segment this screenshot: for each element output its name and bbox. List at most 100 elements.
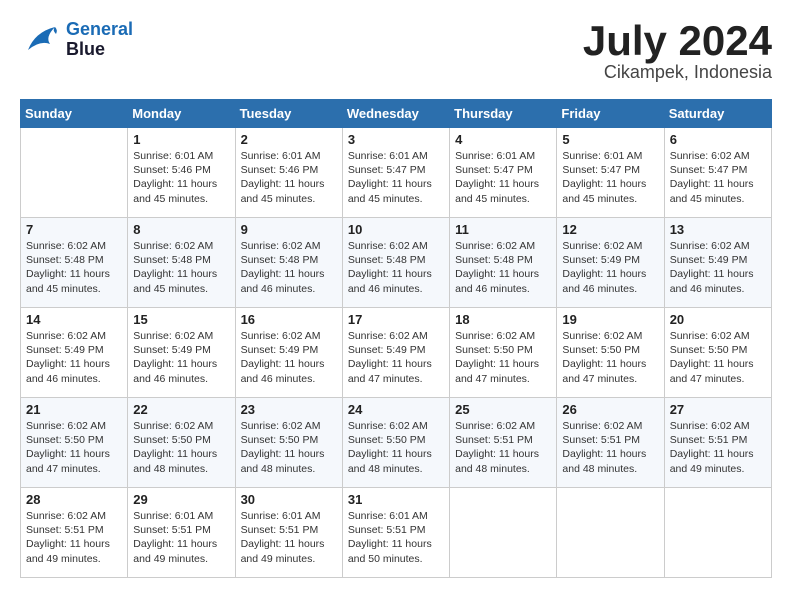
day-info: Sunrise: 6:02 AMSunset: 5:50 PMDaylight:… [241,419,337,476]
day-cell: 14 Sunrise: 6:02 AMSunset: 5:49 PMDayligh… [21,308,128,398]
day-info: Sunrise: 6:02 AMSunset: 5:48 PMDaylight:… [455,239,551,296]
weekday-header-friday: Friday [557,100,664,128]
day-number: 1 [133,132,229,147]
day-info: Sunrise: 6:02 AMSunset: 5:51 PMDaylight:… [562,419,658,476]
day-cell: 19Sunrise: 6:02 AMSunset: 5:50 PMDayligh… [557,308,664,398]
day-cell: 29Sunrise: 6:01 AMSunset: 5:51 PMDayligh… [128,488,235,578]
day-number: 16 [241,312,337,327]
day-cell: 13 Sunrise: 6:02 AMSunset: 5:49 PMDayligh… [664,218,771,308]
day-cell: 17 Sunrise: 6:02 AMSunset: 5:49 PMDayligh… [342,308,449,398]
weekday-header-wednesday: Wednesday [342,100,449,128]
day-cell [21,128,128,218]
day-cell: 9 Sunrise: 6:02 AMSunset: 5:48 PMDaylight… [235,218,342,308]
day-number: 13 [670,222,766,237]
day-info: Sunrise: 6:02 AMSunset: 5:49 PMDaylight:… [670,239,766,296]
day-number: 9 [241,222,337,237]
day-cell: 3Sunrise: 6:01 AMSunset: 5:47 PMDaylight… [342,128,449,218]
day-info: Sunrise: 6:02 AMSunset: 5:49 PMDaylight:… [26,329,122,386]
day-number: 15 [133,312,229,327]
day-cell [450,488,557,578]
day-info: Sunrise: 6:02 AMSunset: 5:50 PMDaylight:… [455,329,551,386]
day-number: 17 [348,312,444,327]
day-number: 8 [133,222,229,237]
day-number: 20 [670,312,766,327]
day-number: 31 [348,492,444,507]
calendar-header-row: SundayMondayTuesdayWednesdayThursdayFrid… [21,100,772,128]
week-row-2: 7 Sunrise: 6:02 AMSunset: 5:48 PMDaylight… [21,218,772,308]
day-info: Sunrise: 6:02 AMSunset: 5:50 PMDaylight:… [562,329,658,386]
day-info: Sunrise: 6:01 AMSunset: 5:47 PMDaylight:… [455,149,551,206]
day-cell: 23 Sunrise: 6:02 AMSunset: 5:50 PMDayligh… [235,398,342,488]
week-row-1: 1 Sunrise: 6:01 AMSunset: 5:46 PMDaylight… [21,128,772,218]
calendar: SundayMondayTuesdayWednesdayThursdayFrid… [20,99,772,578]
day-info: Sunrise: 6:02 AMSunset: 5:49 PMDaylight:… [241,329,337,386]
day-cell: 21 Sunrise: 6:02 AMSunset: 5:50 PMDayligh… [21,398,128,488]
weekday-header-monday: Monday [128,100,235,128]
day-cell: 1Sunrise: 6:01 AMSunset: 5:46 PMDaylight… [128,128,235,218]
logo: General Blue [20,20,133,60]
day-cell: 5Sunrise: 6:01 AMSunset: 5:47 PMDaylight… [557,128,664,218]
day-info: Sunrise: 6:01 AMSunset: 5:47 PMDaylight:… [348,149,444,206]
day-number: 7 [26,222,122,237]
day-cell: 16 Sunrise: 6:02 AMSunset: 5:49 PMDayligh… [235,308,342,398]
day-info: Sunrise: 6:02 AMSunset: 5:50 PMDaylight:… [26,419,122,476]
weekday-header-sunday: Sunday [21,100,128,128]
day-number: 12 [562,222,658,237]
day-cell: 30 Sunrise: 6:01 AMSunset: 5:51 PMDayligh… [235,488,342,578]
day-info: Sunrise: 6:02 AMSunset: 5:48 PMDaylight:… [348,239,444,296]
location: Cikampek, Indonesia [583,62,772,83]
day-cell: 11Sunrise: 6:02 AMSunset: 5:48 PMDayligh… [450,218,557,308]
day-number: 26 [562,402,658,417]
weekday-header-tuesday: Tuesday [235,100,342,128]
day-info: Sunrise: 6:02 AMSunset: 5:50 PMDaylight:… [133,419,229,476]
day-cell: 4 Sunrise: 6:01 AMSunset: 5:47 PMDaylight… [450,128,557,218]
page-header: General Blue July 2024 Cikampek, Indones… [20,20,772,83]
day-cell: 10 Sunrise: 6:02 AMSunset: 5:48 PMDayligh… [342,218,449,308]
day-number: 22 [133,402,229,417]
day-cell: 15 Sunrise: 6:02 AMSunset: 5:49 PMDayligh… [128,308,235,398]
day-number: 10 [348,222,444,237]
day-number: 25 [455,402,551,417]
week-row-3: 14 Sunrise: 6:02 AMSunset: 5:49 PMDayligh… [21,308,772,398]
day-cell: 2Sunrise: 6:01 AMSunset: 5:46 PMDaylight… [235,128,342,218]
day-info: Sunrise: 6:02 AMSunset: 5:49 PMDaylight:… [133,329,229,386]
day-cell: 8 Sunrise: 6:02 AMSunset: 5:48 PMDaylight… [128,218,235,308]
day-info: Sunrise: 6:02 AMSunset: 5:50 PMDaylight:… [348,419,444,476]
day-number: 23 [241,402,337,417]
day-cell: 7Sunrise: 6:02 AMSunset: 5:48 PMDaylight… [21,218,128,308]
day-number: 21 [26,402,122,417]
week-row-5: 28 Sunrise: 6:02 AMSunset: 5:51 PMDayligh… [21,488,772,578]
day-cell: 20 Sunrise: 6:02 AMSunset: 5:50 PMDayligh… [664,308,771,398]
day-info: Sunrise: 6:01 AMSunset: 5:46 PMDaylight:… [241,149,337,206]
day-number: 18 [455,312,551,327]
day-info: Sunrise: 6:01 AMSunset: 5:51 PMDaylight:… [133,509,229,566]
day-info: Sunrise: 6:02 AMSunset: 5:51 PMDaylight:… [670,419,766,476]
day-info: Sunrise: 6:02 AMSunset: 5:51 PMDaylight:… [26,509,122,566]
logo-icon [20,22,60,57]
day-cell: 24Sunrise: 6:02 AMSunset: 5:50 PMDayligh… [342,398,449,488]
day-number: 28 [26,492,122,507]
day-number: 6 [670,132,766,147]
day-info: Sunrise: 6:02 AMSunset: 5:49 PMDaylight:… [562,239,658,296]
day-info: Sunrise: 6:01 AMSunset: 5:51 PMDaylight:… [348,509,444,566]
day-number: 14 [26,312,122,327]
day-info: Sunrise: 6:02 AMSunset: 5:49 PMDaylight:… [348,329,444,386]
day-number: 5 [562,132,658,147]
day-cell: 12 Sunrise: 6:02 AMSunset: 5:49 PMDayligh… [557,218,664,308]
logo-text: General Blue [66,20,133,60]
day-cell: 6Sunrise: 6:02 AMSunset: 5:47 PMDaylight… [664,128,771,218]
day-info: Sunrise: 6:02 AMSunset: 5:50 PMDaylight:… [670,329,766,386]
day-cell: 26 Sunrise: 6:02 AMSunset: 5:51 PMDayligh… [557,398,664,488]
day-cell: 22 Sunrise: 6:02 AMSunset: 5:50 PMDayligh… [128,398,235,488]
day-cell [664,488,771,578]
week-row-4: 21 Sunrise: 6:02 AMSunset: 5:50 PMDayligh… [21,398,772,488]
day-info: Sunrise: 6:02 AMSunset: 5:48 PMDaylight:… [133,239,229,296]
day-number: 30 [241,492,337,507]
day-info: Sunrise: 6:02 AMSunset: 5:48 PMDaylight:… [241,239,337,296]
day-cell: 18 Sunrise: 6:02 AMSunset: 5:50 PMDayligh… [450,308,557,398]
day-cell: 28 Sunrise: 6:02 AMSunset: 5:51 PMDayligh… [21,488,128,578]
day-number: 27 [670,402,766,417]
day-cell [557,488,664,578]
day-number: 4 [455,132,551,147]
day-info: Sunrise: 6:01 AMSunset: 5:51 PMDaylight:… [241,509,337,566]
